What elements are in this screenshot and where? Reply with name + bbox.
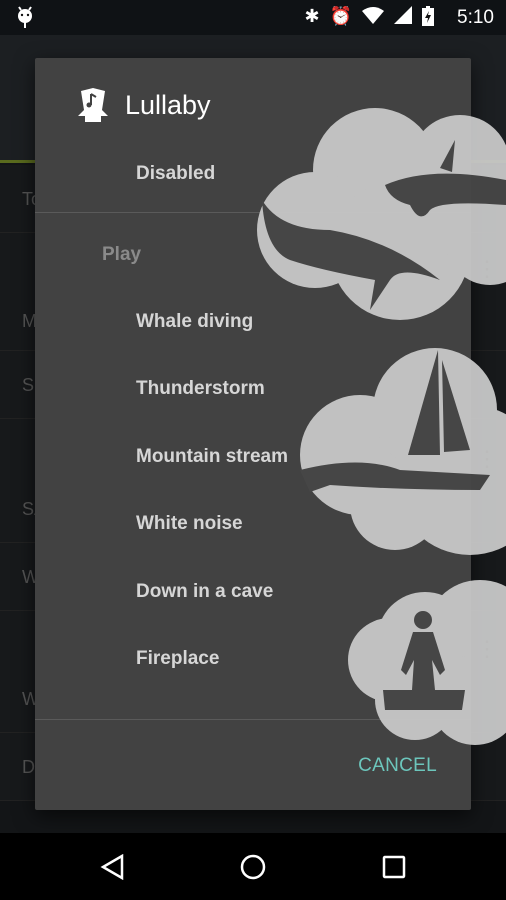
section-header-play: Play [102,244,142,265]
dialog-title: Lullaby [75,88,211,122]
dialog-title-text: Lullaby [125,89,211,120]
home-icon[interactable] [240,854,266,880]
alarm-icon: ⏰ [329,6,352,26]
background-text: D [22,757,35,777]
cancel-button[interactable]: CANCEL [358,755,437,777]
battery-charging-icon [422,6,434,26]
clock: 5:10 [457,7,494,28]
bluetooth-icon: ✱ [304,6,320,26]
wifi-icon [362,7,384,24]
option-disabled[interactable]: Disabled [136,163,215,185]
option-down-in-a-cave[interactable]: Down in a cave [136,581,273,603]
divider [35,719,471,720]
lullaby-music-box-icon [78,88,108,122]
option-fireplace[interactable]: Fireplace [136,648,219,670]
overflow-menu-icon[interactable]: ⋮ [476,448,498,470]
option-whale-diving[interactable]: Whale diving [136,311,253,333]
background-text: S [22,375,35,395]
signal-icon [394,6,412,24]
option-thunderstorm[interactable]: Thunderstorm [136,378,265,400]
recents-icon[interactable] [382,855,406,879]
navigation-bar [0,833,506,900]
back-icon[interactable] [100,854,126,880]
option-white-noise[interactable]: White noise [136,513,243,535]
android-notification-icon [18,6,32,28]
divider [35,212,471,213]
status-bar: ✱ ⏰ 5:10 [0,0,506,35]
option-mountain-stream[interactable]: Mountain stream [136,446,288,468]
overflow-menu-icon[interactable]: ⋮ [476,638,498,660]
overflow-menu-icon[interactable]: ⋮ [476,258,498,280]
lullaby-dialog: Lullaby Disabled Play Whale diving Thund… [35,58,471,810]
